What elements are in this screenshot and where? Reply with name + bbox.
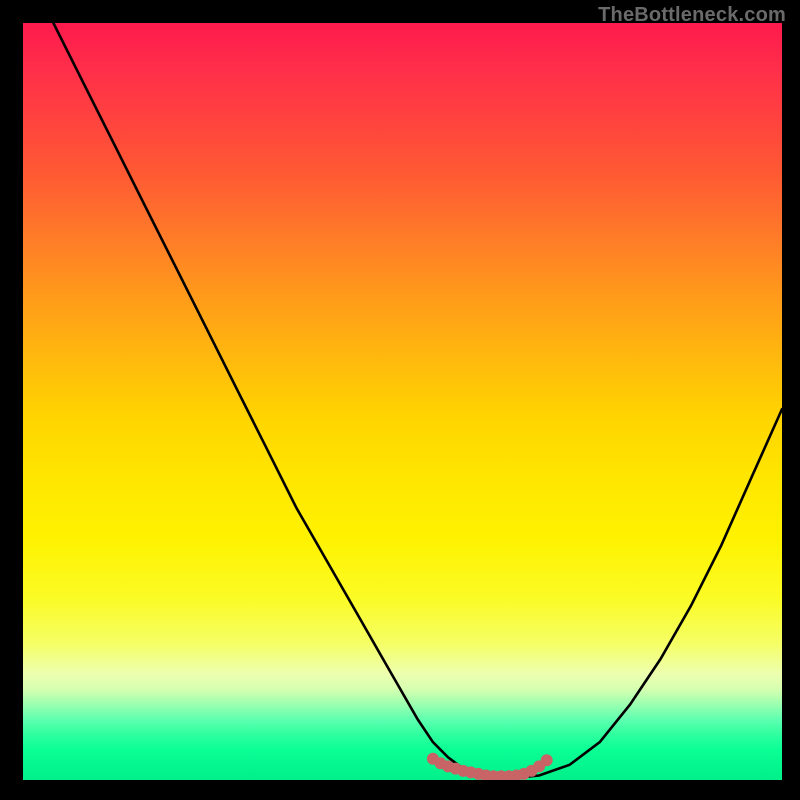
chart-plot-area [23,23,782,780]
bottleneck-curve [23,23,782,780]
curve-path [53,23,782,779]
watermark-text: TheBottleneck.com [598,4,786,27]
flat-marker [541,754,553,766]
